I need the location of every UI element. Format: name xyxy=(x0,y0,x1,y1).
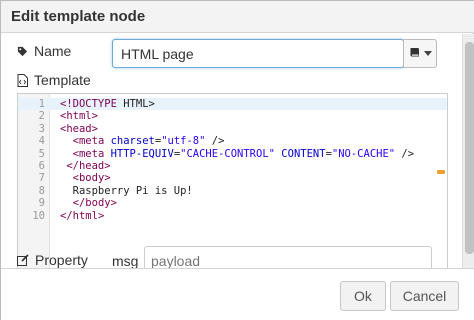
tag-icon xyxy=(17,46,28,57)
dialog-body: Name Template 1 <!DOCTYPE HTML> 2 <html> 3 <h… xyxy=(1,34,462,268)
template-code-editor[interactable]: 1 <!DOCTYPE HTML> 2 <html> 3 <head> 4 <meta ch… xyxy=(17,93,448,268)
line-code: <meta charset="utf-8" /> xyxy=(72,135,225,148)
line-code: <meta HTTP-EQUIV="CACHE-CONTROL" CONTENT… xyxy=(72,147,415,160)
property-prefix: msg xyxy=(112,253,139,268)
edit-template-dialog: Edit template node Name Template 1<!DOC xyxy=(0,0,474,320)
file-code-icon xyxy=(17,73,28,87)
code-line[interactable]: 4 <meta charset="utf-8" /> xyxy=(18,135,447,147)
cancel-button[interactable]: Cancel xyxy=(390,281,459,311)
line-code: <!DOCTYPE HTML> xyxy=(60,98,155,110)
code-line[interactable]: 1 <!DOCTYPE HTML> xyxy=(18,98,447,111)
property-label: Property xyxy=(35,252,88,268)
line-number: 6 xyxy=(38,159,45,172)
line-code: <head> xyxy=(60,122,98,135)
line-number: 7 xyxy=(38,172,45,185)
line-code: <html> xyxy=(60,110,98,123)
chevron-down-icon xyxy=(423,51,432,56)
code-line[interactable]: 3 <head> xyxy=(18,123,447,135)
line-code: <body> xyxy=(72,172,111,185)
template-label: Template xyxy=(34,72,91,88)
code-line[interactable]: 7 <body> xyxy=(18,172,447,184)
line-code: </head> xyxy=(66,159,111,172)
editor-lines: 1 <!DOCTYPE HTML> 2 <html> 3 <head> 4 <meta ch… xyxy=(18,98,447,222)
scrollbar-thumb[interactable] xyxy=(465,42,474,254)
pencil-icon xyxy=(17,254,29,266)
code-line[interactable]: 6 </head> xyxy=(18,160,447,172)
scroll-marker xyxy=(437,170,445,174)
dialog-title: Edit template node xyxy=(11,8,146,25)
book-icon xyxy=(409,45,421,63)
template-label-row: Template xyxy=(17,72,91,88)
line-number: 10 xyxy=(32,209,45,222)
name-label-row: Name xyxy=(17,43,71,59)
dialog-footer: Ok Cancel xyxy=(1,268,474,320)
line-number: 1 xyxy=(38,98,45,110)
line-number: 5 xyxy=(38,147,45,160)
code-line[interactable]: 2 <html> xyxy=(18,110,447,122)
code-line[interactable]: 9 </body> xyxy=(18,197,447,209)
property-label-row: Property xyxy=(17,252,88,268)
line-code: Raspberry Pi is Up! xyxy=(60,184,193,197)
line-number: 8 xyxy=(38,184,45,197)
property-input[interactable] xyxy=(144,246,432,268)
ok-button[interactable]: Ok xyxy=(340,281,386,311)
dialog-titlebar: Edit template node xyxy=(1,1,474,33)
line-code: </html> xyxy=(60,209,105,222)
line-number: 3 xyxy=(38,122,45,135)
code-line[interactable]: 8 Raspberry Pi is Up! xyxy=(18,185,447,197)
line-number: 2 xyxy=(38,110,45,123)
name-label: Name xyxy=(34,43,72,59)
dialog-scrollbar[interactable] xyxy=(462,34,474,268)
name-input[interactable] xyxy=(112,39,404,68)
code-line[interactable]: 5 <meta HTTP-EQUIV="CACHE-CONTROL" CONTE… xyxy=(18,148,447,160)
line-code: </body> xyxy=(72,197,117,210)
line-number: 9 xyxy=(38,197,45,210)
code-line[interactable]: 10 </html> xyxy=(18,210,447,222)
node-config-button[interactable] xyxy=(403,39,437,68)
line-number: 4 xyxy=(38,135,45,148)
